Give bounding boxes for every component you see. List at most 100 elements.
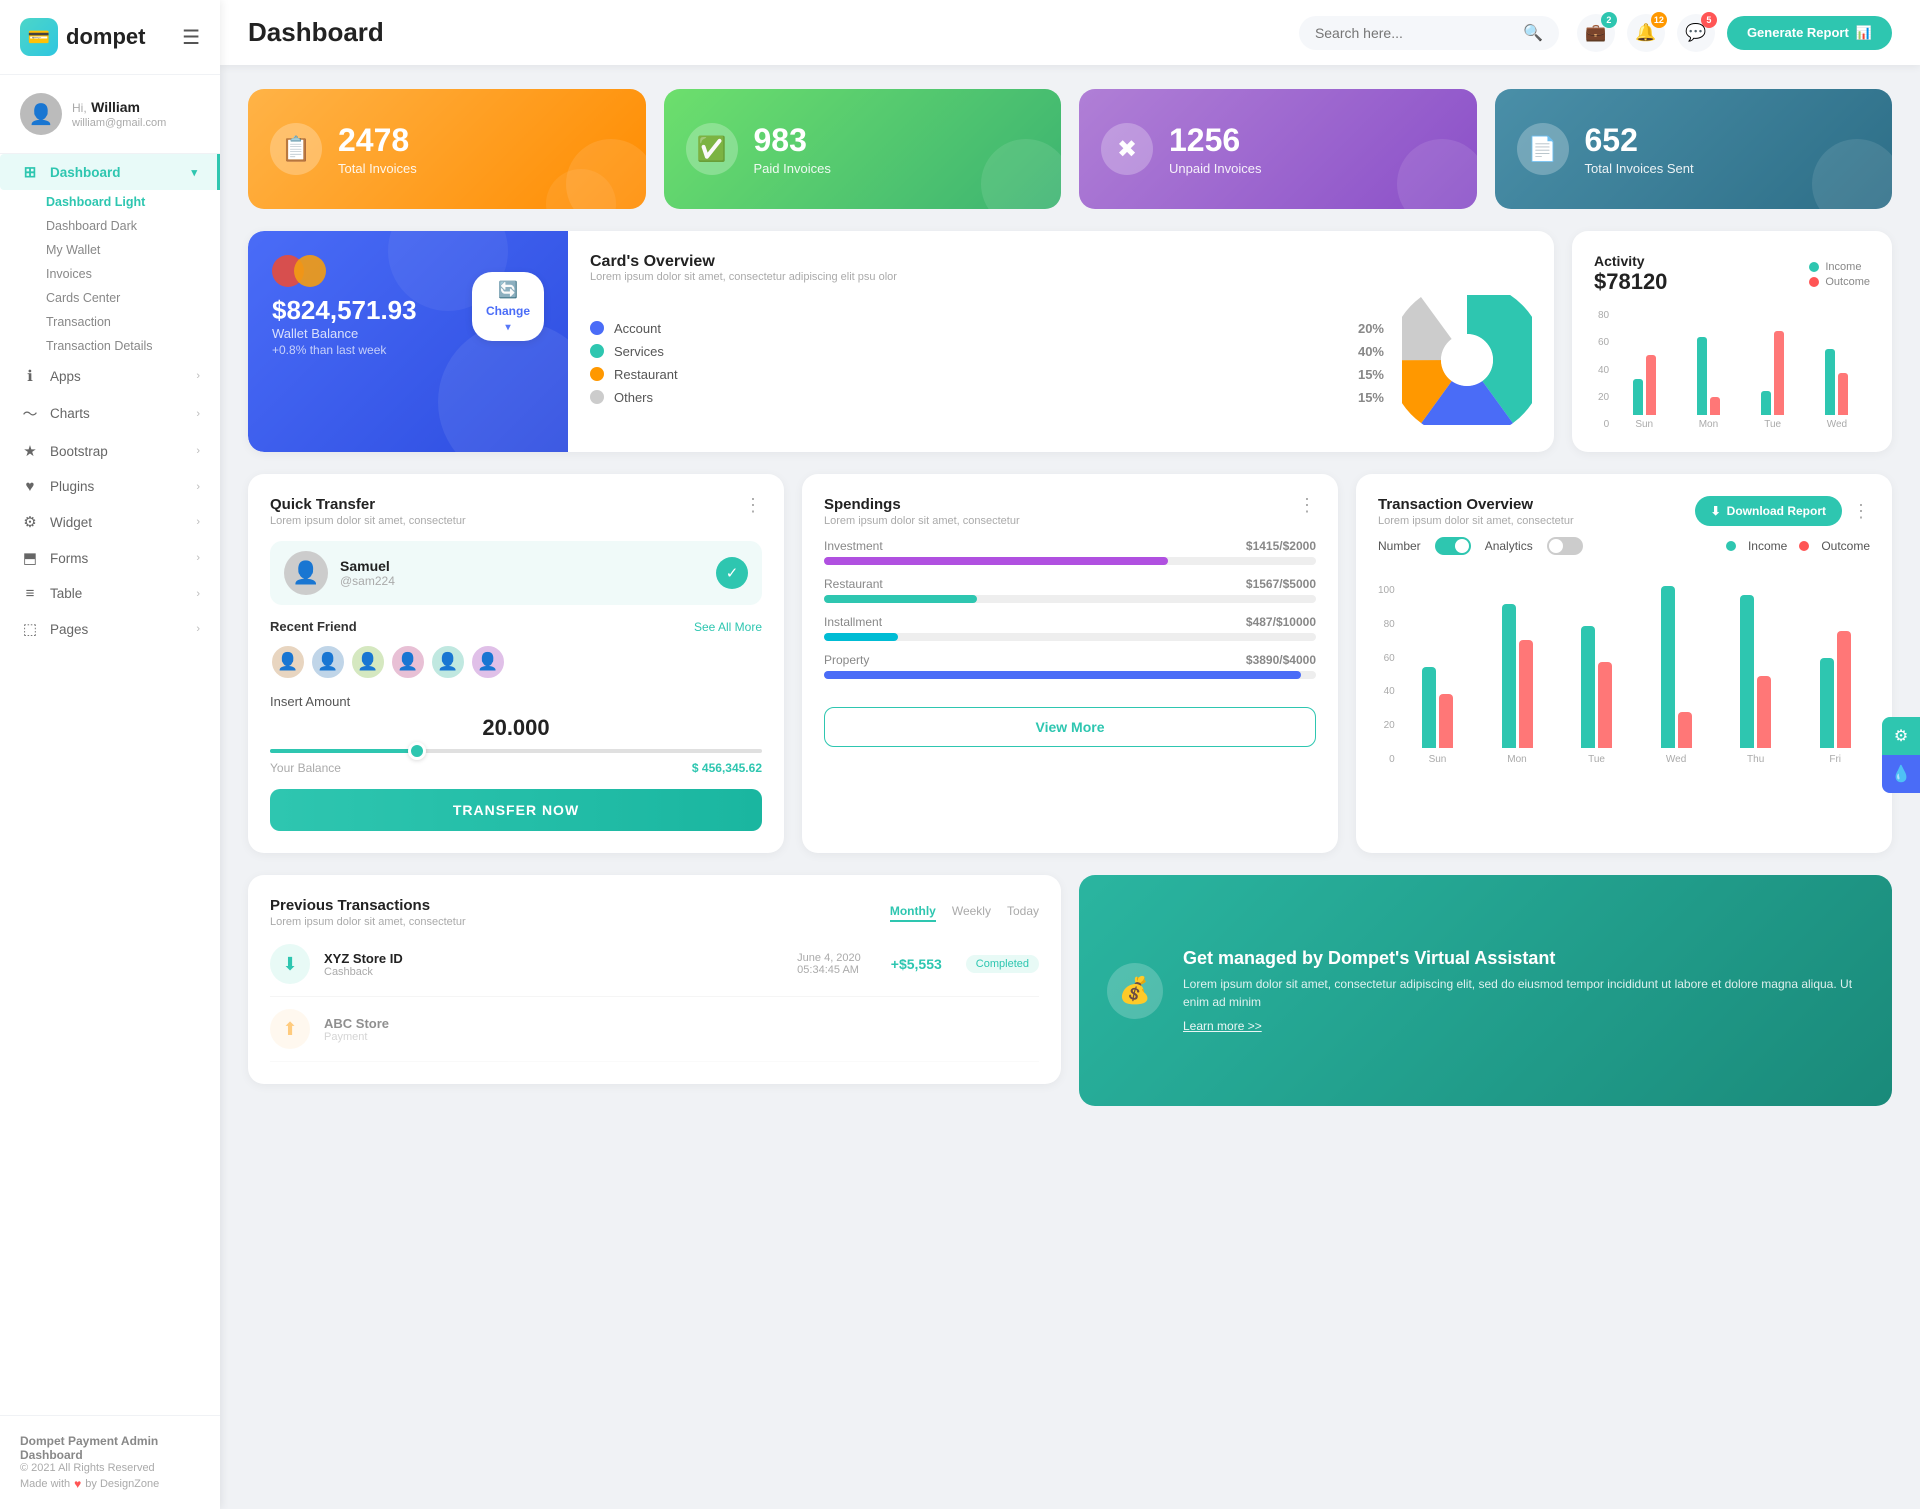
- spending-bar-investment-bg: [824, 557, 1316, 565]
- nav-item-table[interactable]: ≡ Table ›: [0, 576, 220, 611]
- settings-float-button[interactable]: ⚙: [1882, 717, 1920, 755]
- search-input[interactable]: [1315, 25, 1515, 41]
- subnav-invoices[interactable]: Invoices: [36, 262, 220, 286]
- user-email: william@gmail.com: [72, 117, 166, 129]
- nav-item-pages[interactable]: ⬚ Pages ›: [0, 611, 220, 647]
- nav-label-apps: Apps: [50, 369, 81, 384]
- to-income-label: Income: [1748, 539, 1787, 553]
- stat-cards: 📋 2478 Total Invoices ✅ 983 Paid Invoice…: [248, 89, 1892, 209]
- outcome-label: Outcome: [1825, 276, 1870, 288]
- stat-info-total: 2478 Total Invoices: [338, 122, 417, 176]
- nav-item-forms[interactable]: ⬒ Forms ›: [0, 540, 220, 576]
- spending-bar-property-fill: [824, 671, 1301, 679]
- prev-tx-desc: Lorem ipsum dolor sit amet, consectetur: [270, 916, 466, 928]
- water-float-button[interactable]: 💧: [1882, 755, 1920, 793]
- to-header: Transaction Overview Lorem ipsum dolor s…: [1378, 496, 1870, 527]
- see-all-link[interactable]: See All More: [694, 620, 762, 634]
- plugins-icon: ♥: [20, 478, 40, 495]
- friend-avatar-4[interactable]: 👤: [390, 644, 426, 680]
- va-learn-more-link[interactable]: Learn more >>: [1183, 1019, 1864, 1033]
- spendings-title-group: Spendings Lorem ipsum dolor sit amet, co…: [824, 496, 1020, 527]
- income-bar-mon: [1697, 337, 1707, 415]
- generate-report-button[interactable]: Generate Report 📊: [1727, 16, 1892, 50]
- dots-menu-icon[interactable]: ⋮: [744, 496, 762, 514]
- to-bar-group-fri: Fri: [1800, 631, 1870, 765]
- to-label-tue: Tue: [1588, 754, 1605, 765]
- nav-item-apps[interactable]: ℹ Apps ›: [0, 358, 220, 394]
- sidebar-logo: 💳 dompet ☰: [0, 0, 220, 75]
- to-outcome-fri: [1837, 631, 1851, 748]
- download-report-button[interactable]: ⬇ Download Report: [1695, 496, 1842, 526]
- to-desc: Lorem ipsum dolor sit amet, consectetur: [1378, 515, 1574, 527]
- to-income-sun: [1422, 667, 1436, 748]
- chat-icon-btn[interactable]: 💬 5: [1677, 14, 1715, 52]
- chevron-right-icon6: ›: [196, 552, 200, 564]
- bell-icon-btn[interactable]: 🔔 12: [1627, 14, 1665, 52]
- hamburger-icon[interactable]: ☰: [182, 25, 200, 50]
- bar-label-wed: Wed: [1827, 419, 1847, 430]
- wallet-overview-card: $824,571.93 Wallet Balance +0.8% than la…: [248, 231, 1554, 452]
- nav-item-widget[interactable]: ⚙ Widget ›: [0, 504, 220, 540]
- tab-monthly[interactable]: Monthly: [890, 904, 936, 922]
- friend-avatar-6[interactable]: 👤: [470, 644, 506, 680]
- subnav-dashboard-dark[interactable]: Dashboard Dark: [36, 214, 220, 238]
- va-desc: Lorem ipsum dolor sit amet, consectetur …: [1183, 975, 1864, 1011]
- friend-avatar-2[interactable]: 👤: [310, 644, 346, 680]
- analytics-toggle[interactable]: [1547, 537, 1583, 555]
- slider-thumb[interactable]: [408, 742, 426, 760]
- spending-bar-installment-fill: [824, 633, 898, 641]
- to-legend: Income Outcome: [1726, 539, 1870, 553]
- co-dot-account: [590, 321, 604, 335]
- spending-amounts-installment: $487/$10000: [1246, 615, 1316, 629]
- chevron-down-icon: ▾: [191, 166, 197, 179]
- search-icon: 🔍: [1523, 23, 1543, 43]
- content-area: 📋 2478 Total Invoices ✅ 983 Paid Invoice…: [220, 65, 1920, 1509]
- tab-weekly[interactable]: Weekly: [952, 904, 991, 922]
- nav-item-charts[interactable]: 〜 Charts ›: [0, 394, 220, 433]
- bar-pair-mon: [1697, 337, 1720, 415]
- spending-label-row-installment: Installment $487/$10000: [824, 615, 1316, 629]
- card-deco3: [981, 139, 1061, 209]
- stat-info-paid: 983 Paid Invoices: [754, 122, 831, 176]
- to-dots-icon[interactable]: ⋮: [1852, 502, 1870, 520]
- chevron-right-icon3: ›: [196, 445, 200, 457]
- insert-label: Insert Amount: [270, 694, 762, 709]
- to-outcome-tue: [1598, 662, 1612, 748]
- co-item-others: Others 15%: [590, 386, 1384, 409]
- nav-label-widget: Widget: [50, 515, 92, 530]
- tx-info-xyz: XYZ Store ID Cashback: [324, 951, 403, 978]
- friend-avatar-1[interactable]: 👤: [270, 644, 306, 680]
- wallet-icon-btn[interactable]: 💼 2: [1577, 14, 1615, 52]
- number-toggle[interactable]: [1435, 537, 1471, 555]
- spendings-desc: Lorem ipsum dolor sit amet, consectetur: [824, 515, 1020, 527]
- nav-item-bootstrap[interactable]: ★ Bootstrap ›: [0, 433, 220, 469]
- sidebar-footer: Dompet Payment Admin Dashboard © 2021 Al…: [0, 1415, 220, 1509]
- nav-item-dashboard[interactable]: ⊞ Dashboard ▾: [0, 154, 220, 190]
- footer-company: Dompet Payment Admin Dashboard: [20, 1434, 200, 1462]
- wallet-badge: 2: [1601, 12, 1617, 28]
- transfer-now-button[interactable]: TRANSFER NOW: [270, 789, 762, 831]
- subnav-transaction-details[interactable]: Transaction Details: [36, 334, 220, 358]
- subnav-transaction[interactable]: Transaction: [36, 310, 220, 334]
- stat-card-unpaid: ✖ 1256 Unpaid Invoices: [1079, 89, 1477, 209]
- tab-today[interactable]: Today: [1007, 904, 1039, 922]
- co-name-others: Others: [614, 390, 1348, 405]
- income-bar-wed: [1825, 349, 1835, 415]
- spending-item-restaurant: Restaurant $1567/$5000: [824, 577, 1316, 603]
- co-item-services: Services 40%: [590, 340, 1384, 363]
- amount-slider[interactable]: [270, 749, 762, 753]
- nav-item-plugins[interactable]: ♥ Plugins ›: [0, 469, 220, 504]
- spendings-card: Spendings Lorem ipsum dolor sit amet, co…: [802, 474, 1338, 853]
- spendings-dots-icon[interactable]: ⋮: [1298, 496, 1316, 514]
- qt-user-info: Samuel @sam224: [340, 558, 395, 588]
- subnav-cards-center[interactable]: Cards Center: [36, 286, 220, 310]
- view-more-button[interactable]: View More: [824, 707, 1316, 747]
- to-income-mon: [1502, 604, 1516, 748]
- friend-avatar-5[interactable]: 👤: [430, 644, 466, 680]
- friend-avatar-3[interactable]: 👤: [350, 644, 386, 680]
- wallet-card: $824,571.93 Wallet Balance +0.8% than la…: [248, 231, 568, 452]
- spending-name-restaurant: Restaurant: [824, 577, 883, 591]
- subnav-dashboard-light[interactable]: Dashboard Light: [36, 190, 220, 214]
- stat-icon-unpaid: ✖: [1101, 123, 1153, 175]
- subnav-my-wallet[interactable]: My Wallet: [36, 238, 220, 262]
